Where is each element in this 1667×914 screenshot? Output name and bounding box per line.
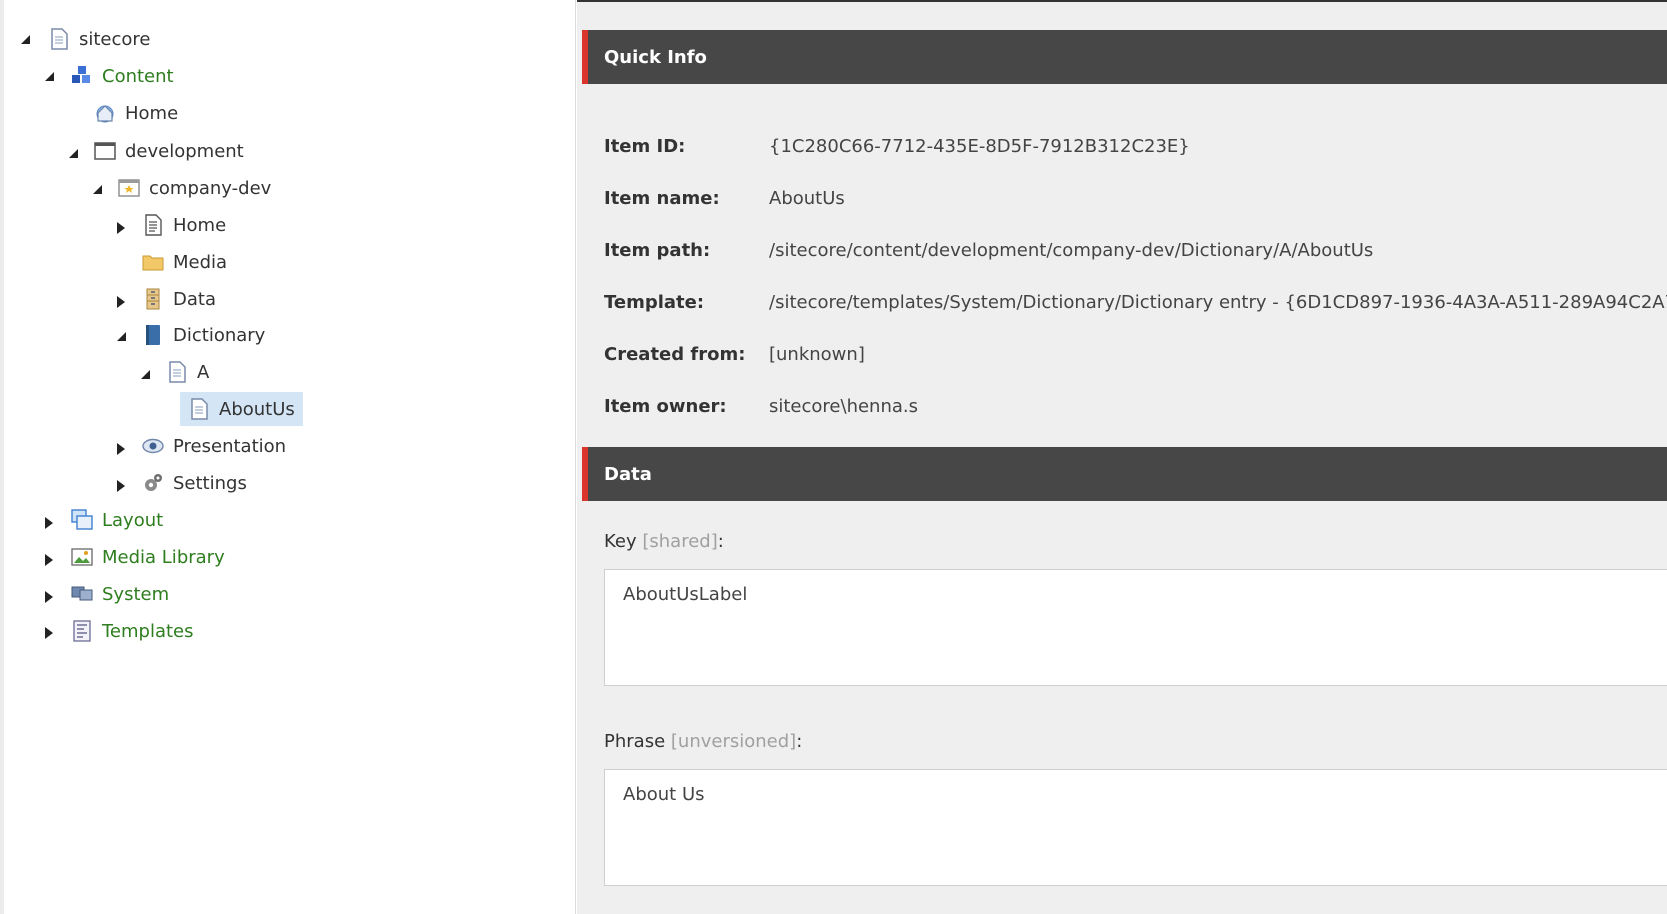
expand-system-toggle[interactable]: [42, 590, 56, 604]
tree-node-system[interactable]: System: [63, 577, 177, 611]
tree-node-company-home[interactable]: Home: [134, 208, 234, 242]
tree-node-dictionary[interactable]: Dictionary: [134, 318, 273, 352]
document-icon: [166, 361, 188, 383]
tree-node-label: Templates: [102, 620, 194, 642]
content-tree: sitecore Content Home development compan…: [0, 0, 576, 914]
tree-node-data[interactable]: Data: [134, 282, 224, 316]
tree-node-label: A: [197, 361, 210, 383]
tree-node-home[interactable]: Home: [86, 96, 186, 130]
tree-node-label: Media Library: [102, 546, 225, 568]
computer-icon: [71, 583, 93, 605]
layout-windows-icon: [71, 509, 93, 531]
document-icon: [188, 398, 210, 420]
tree-node-aboutus[interactable]: AboutUs: [180, 392, 303, 426]
folder-icon: [142, 251, 164, 273]
tree-node-label: Media: [173, 251, 228, 273]
item-id-label: Item ID:: [604, 136, 686, 157]
tree-node-label: AboutUs: [219, 398, 295, 420]
template-link[interactable]: /sitecore/templates/System/Dictionary/Di…: [769, 292, 1667, 313]
key-field-label: Key [shared]:: [604, 531, 724, 552]
quick-info-header[interactable]: Quick Info: [582, 30, 1667, 84]
key-input[interactable]: AboutUsLabel: [604, 569, 1667, 686]
tree-node-development[interactable]: development: [86, 134, 252, 168]
tree-node-a[interactable]: A: [158, 355, 217, 389]
text-document-icon: [142, 214, 164, 236]
key-label-text: Key: [604, 531, 637, 552]
tree-node-layout[interactable]: Layout: [63, 503, 171, 537]
section-title: Quick Info: [604, 46, 707, 68]
data-cabinet-icon: [142, 288, 164, 310]
label-colon: :: [717, 531, 724, 552]
item-name-label: Item name:: [604, 188, 720, 209]
item-id-value: {1C280C66-7712-435E-8D5F-7912B312C23E}: [769, 136, 1190, 157]
created-from-label: Created from:: [604, 344, 746, 365]
tree-node-label: Layout: [102, 509, 164, 531]
tree-node-label: sitecore: [79, 28, 151, 50]
content-cubes-icon: [71, 65, 93, 87]
book-icon: [142, 324, 164, 346]
collapse-company-dev-toggle[interactable]: [90, 182, 104, 196]
tree-node-label: Settings: [173, 472, 247, 494]
expand-data-toggle[interactable]: [114, 295, 128, 309]
gear-icon: [142, 472, 164, 494]
collapse-dictionary-toggle[interactable]: [114, 329, 128, 343]
shared-tag: [shared]: [642, 531, 718, 552]
collapse-sitecore-toggle[interactable]: [18, 32, 32, 46]
eye-icon: [142, 435, 164, 457]
item-path-value: /sitecore/content/development/company-de…: [769, 240, 1374, 261]
tree-node-label: company-dev: [149, 177, 272, 199]
data-section-header[interactable]: Data: [582, 447, 1667, 501]
home-globe-icon: [94, 102, 116, 124]
template-label: Template:: [604, 292, 705, 313]
section-title: Data: [604, 463, 652, 485]
item-owner-value: sitecore\henna.s: [769, 396, 918, 417]
expand-home-toggle[interactable]: [114, 221, 128, 235]
tree-node-settings[interactable]: Settings: [134, 466, 255, 500]
tree-node-media[interactable]: Media: [134, 245, 235, 279]
item-path-label: Item path:: [604, 240, 711, 261]
phrase-input[interactable]: About Us: [604, 769, 1667, 886]
phrase-field-label: Phrase [unversioned]:: [604, 731, 802, 752]
collapse-a-toggle[interactable]: [138, 367, 152, 381]
tree-node-company-dev[interactable]: company-dev: [110, 171, 279, 205]
tree-node-presentation[interactable]: Presentation: [134, 429, 294, 463]
tree-node-label: System: [102, 583, 170, 605]
expand-layout-toggle[interactable]: [42, 516, 56, 530]
tree-node-media-library[interactable]: Media Library: [63, 540, 233, 574]
window-icon: [94, 140, 116, 162]
tree-node-label: Home: [173, 214, 227, 236]
item-name-value: AboutUs: [769, 188, 845, 209]
tree-node-label: Content: [102, 65, 174, 87]
phrase-label-text: Phrase: [604, 731, 666, 752]
expand-settings-toggle[interactable]: [114, 479, 128, 493]
content-editor: Quick Info Item ID: {1C280C66-7712-435E-…: [577, 0, 1667, 914]
label-colon: :: [796, 731, 803, 752]
top-divider: [577, 0, 1667, 2]
tree-node-content[interactable]: Content: [63, 59, 182, 93]
tree-node-label: Data: [173, 288, 216, 310]
tree-node-label: Presentation: [173, 435, 287, 457]
tree-node-label: development: [125, 140, 244, 162]
tree-node-templates[interactable]: Templates: [63, 614, 202, 648]
item-owner-label: Item owner:: [604, 396, 727, 417]
expand-templates-toggle[interactable]: [42, 626, 56, 640]
template-icon: [71, 620, 93, 642]
picture-icon: [71, 546, 93, 568]
expand-media-library-toggle[interactable]: [42, 553, 56, 567]
document-icon: [48, 28, 70, 50]
collapse-content-toggle[interactable]: [42, 69, 56, 83]
tree-node-sitecore[interactable]: sitecore: [40, 22, 159, 56]
collapse-development-toggle[interactable]: [66, 146, 80, 160]
tree-node-label: Home: [125, 102, 179, 124]
tree-node-label: Dictionary: [173, 324, 266, 346]
site-star-icon: [118, 177, 140, 199]
unversioned-tag: [unversioned]: [670, 731, 797, 752]
expand-presentation-toggle[interactable]: [114, 442, 128, 456]
created-from-value: [unknown]: [769, 344, 865, 365]
